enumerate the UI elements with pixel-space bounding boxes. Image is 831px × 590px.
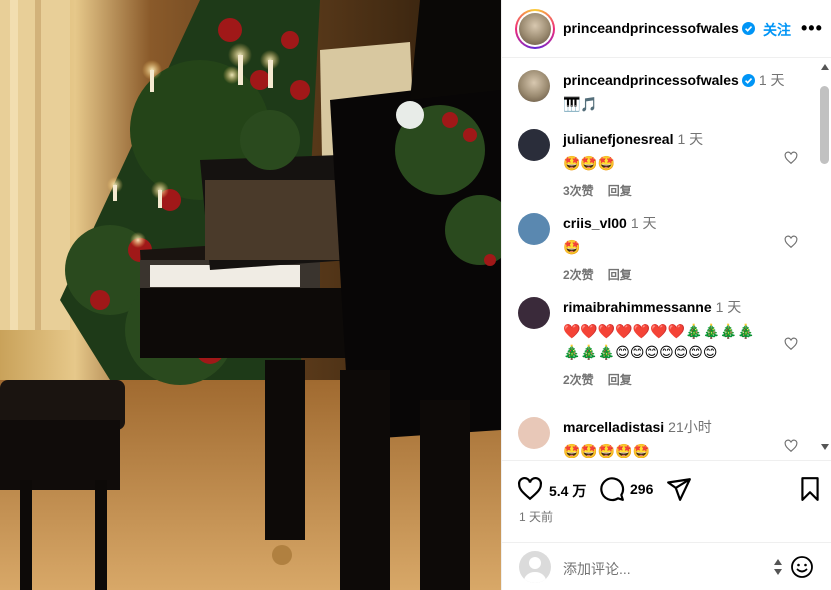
share-paper-plane-icon[interactable] (666, 476, 692, 502)
follow-button[interactable]: 关注 (763, 20, 791, 40)
comments-count[interactable]: 296 (630, 481, 653, 497)
author-avatar[interactable] (515, 9, 555, 49)
comment-time: 21小时 (668, 419, 712, 435)
save-bookmark-icon[interactable] (797, 476, 823, 502)
current-user-avatar (519, 551, 551, 583)
comment-text: 🤩 (563, 239, 581, 255)
likes-count[interactable]: 5.4 万 (549, 481, 586, 501)
comment-username[interactable]: marcelladistasi (563, 419, 664, 435)
comments-list[interactable]: princeandprincessofwales 1 天 🎹🎵 julianefj… (502, 59, 831, 458)
like-comment-heart-icon[interactable] (784, 337, 798, 351)
post-timestamp[interactable]: 1 天前 (519, 508, 553, 525)
comment-likes[interactable]: 2次赞 (563, 268, 594, 282)
comments-scrollbar[interactable] (819, 64, 831, 452)
piano-christmas-photo (0, 0, 501, 590)
like-heart-icon[interactable] (517, 476, 543, 502)
verified-badge-icon (741, 74, 755, 87)
sort-updown-icon[interactable] (773, 558, 783, 576)
like-comment-heart-icon[interactable] (784, 439, 798, 453)
comment-time: 1 天 (630, 215, 657, 231)
comment-avatar[interactable] (518, 417, 550, 449)
caption-time: 1 天 (758, 72, 785, 88)
post-detail-panel: princeandprincessofwales 关注 ••• princean… (501, 0, 831, 590)
caption-username[interactable]: princeandprincessofwales (563, 72, 755, 88)
comment-avatar[interactable] (518, 297, 550, 329)
comment-avatar[interactable] (518, 213, 550, 245)
comment-likes[interactable]: 3次赞 (563, 184, 594, 198)
comment-text: 🤩🤩🤩 (563, 155, 616, 171)
comment-text: 🤩🤩🤩🤩🤩 (563, 443, 651, 458)
scroll-up-arrow-icon[interactable] (821, 64, 829, 70)
comment-likes[interactable]: 2次赞 (563, 373, 594, 387)
comment-username[interactable]: julianefjonesreal (563, 131, 673, 147)
scroll-down-arrow-icon[interactable] (821, 444, 829, 450)
reply-button[interactable]: 回复 (608, 184, 632, 198)
verified-badge-icon (741, 22, 755, 35)
more-options-icon[interactable]: ••• (801, 18, 823, 39)
post-photo[interactable] (0, 0, 501, 590)
like-comment-heart-icon[interactable] (784, 235, 798, 249)
scrollbar-thumb[interactable] (820, 86, 829, 164)
reply-button[interactable]: 回复 (608, 373, 632, 387)
post-header: princeandprincessofwales 关注 ••• (502, 0, 831, 58)
comment-avatar[interactable] (518, 129, 550, 161)
comment-text: ❤️❤️❤️❤️❤️❤️❤️🎄🎄🎄🎄🎄🎄🎄😊😊😊😊😊😊😊 (563, 323, 755, 360)
comment-time: 1 天 (677, 131, 704, 147)
caption-avatar[interactable] (518, 70, 550, 102)
caption-text: 🎹🎵 (563, 96, 598, 112)
comment-time: 1 天 (715, 299, 742, 315)
post-actions: 5.4 万 296 1 天前 (502, 460, 831, 542)
reply-button[interactable]: 回复 (608, 268, 632, 282)
author-username[interactable]: princeandprincessofwales (563, 20, 755, 36)
emoji-icon[interactable] (790, 555, 814, 579)
comment-input[interactable]: 添加评论... (563, 559, 631, 579)
like-comment-heart-icon[interactable] (784, 151, 798, 165)
default-user-icon (524, 557, 546, 583)
comment-username[interactable]: criis_vl00 (563, 215, 627, 231)
comment-username[interactable]: rimaibrahimmessanne (563, 299, 712, 315)
add-comment-bar: 添加评论... (502, 542, 831, 590)
comment-bubble-icon[interactable] (599, 476, 625, 502)
